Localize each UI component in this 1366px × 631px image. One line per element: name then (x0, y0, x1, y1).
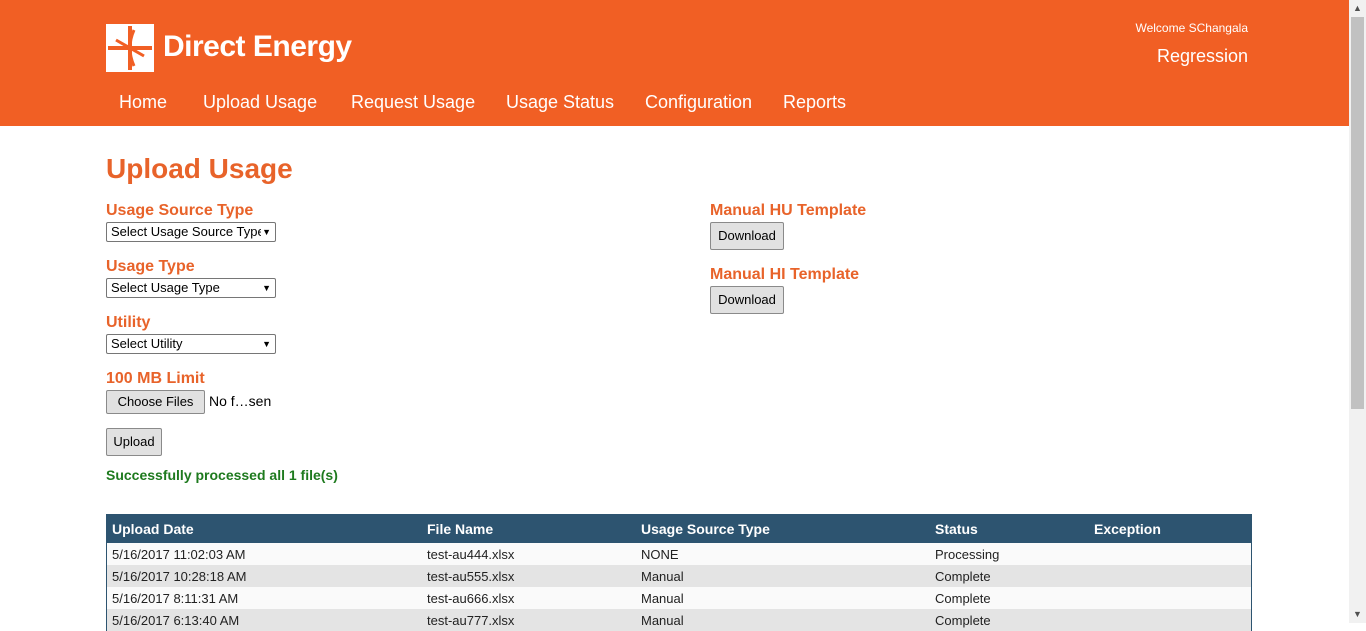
nav-upload-usage[interactable]: Upload Usage (203, 92, 317, 113)
brand-logo[interactable]: Direct Energy (106, 24, 366, 74)
cell-upload-date: 5/16/2017 6:13:40 AM (112, 613, 240, 628)
nav-usage-status[interactable]: Usage Status (506, 92, 614, 113)
file-limit-label: 100 MB Limit (106, 370, 205, 387)
usage-type-select[interactable]: Select Usage Type ▼ (106, 278, 276, 298)
usage-source-type-select[interactable]: Select Usage Source Type ▼ (106, 222, 276, 242)
download-hi-template-button[interactable]: Download (710, 286, 784, 314)
table-row[interactable]: 5/16/2017 11:02:03 AM test-au444.xlsx NO… (107, 543, 1251, 565)
cell-file-name: test-au444.xlsx (427, 547, 515, 562)
manual-hu-template-label: Manual HU Template (710, 202, 867, 219)
utility-select[interactable]: Select Utility ▼ (106, 334, 276, 354)
page-title: Upload Usage (106, 153, 293, 184)
cell-upload-date: 5/16/2017 11:02:03 AM (112, 547, 246, 562)
table-row[interactable]: 5/16/2017 6:13:40 AM test-au777.xlsx Man… (107, 609, 1251, 631)
choose-files-button[interactable]: Choose Files (106, 390, 205, 414)
scroll-up-arrow-icon[interactable]: ▲ (1349, 0, 1366, 17)
cell-file-name: test-au666.xlsx (427, 591, 515, 606)
cell-file-name: test-au777.xlsx (427, 613, 515, 628)
column-header-usage-source-type[interactable]: Usage Source Type (641, 521, 770, 537)
welcome-text: Welcome SChangala (1135, 21, 1248, 35)
file-chosen-status: No f…sen (209, 393, 272, 409)
cell-upload-date: 5/16/2017 10:28:18 AM (112, 569, 247, 584)
upload-button[interactable]: Upload (106, 428, 162, 456)
environment-label: Regression (1156, 46, 1248, 66)
column-header-exception[interactable]: Exception (1094, 521, 1161, 537)
direct-energy-logo-icon (106, 24, 154, 72)
cell-upload-date: 5/16/2017 8:11:31 AM (112, 591, 239, 606)
cell-usage-source-type: NONE (641, 547, 679, 562)
dropdown-arrow-icon: ▼ (262, 339, 271, 349)
upload-history-table: Upload Date File Name Usage Source Type … (106, 514, 1252, 631)
column-header-file-name[interactable]: File Name (427, 521, 493, 537)
download-hu-template-button[interactable]: Download (710, 222, 784, 250)
usage-type-label: Usage Type (106, 258, 195, 275)
utility-label: Utility (106, 314, 151, 331)
cell-status: Processing (935, 547, 1000, 562)
cell-status: Complete (935, 569, 991, 584)
table-header: Upload Date File Name Usage Source Type … (107, 515, 1251, 543)
cell-usage-source-type: Manual (641, 569, 684, 584)
cell-usage-source-type: Manual (641, 591, 684, 606)
scroll-thumb[interactable] (1351, 17, 1364, 409)
cell-status: Complete (935, 613, 991, 628)
nav-configuration[interactable]: Configuration (645, 92, 752, 113)
brand-name: Direct Energy (163, 30, 352, 63)
site-header: Direct Energy Welcome SChangala Regressi… (0, 0, 1349, 126)
nav-home[interactable]: Home (119, 92, 167, 113)
dropdown-arrow-icon: ▼ (262, 283, 271, 293)
table-row[interactable]: 5/16/2017 8:11:31 AM test-au666.xlsx Man… (107, 587, 1251, 609)
usage-type-value: Select Usage Type (111, 280, 220, 295)
column-header-status[interactable]: Status (935, 521, 978, 537)
nav-reports[interactable]: Reports (783, 92, 846, 113)
table-row[interactable]: 5/16/2017 10:28:18 AM test-au555.xlsx Ma… (107, 565, 1251, 587)
success-message: Successfully processed all 1 file(s) (106, 467, 338, 483)
vertical-scrollbar[interactable]: ▲ ▼ (1349, 0, 1366, 623)
usage-source-type-value: Select Usage Source Type (111, 224, 261, 239)
cell-usage-source-type: Manual (641, 613, 684, 628)
utility-value: Select Utility (111, 336, 183, 351)
scroll-down-arrow-icon[interactable]: ▼ (1349, 606, 1366, 623)
nav-request-usage[interactable]: Request Usage (351, 92, 475, 113)
usage-source-type-label: Usage Source Type (106, 202, 254, 219)
cell-file-name: test-au555.xlsx (427, 569, 515, 584)
column-header-upload-date[interactable]: Upload Date (112, 521, 194, 537)
manual-hi-template-label: Manual HI Template (710, 266, 860, 283)
dropdown-arrow-icon: ▼ (262, 227, 271, 237)
cell-status: Complete (935, 591, 991, 606)
